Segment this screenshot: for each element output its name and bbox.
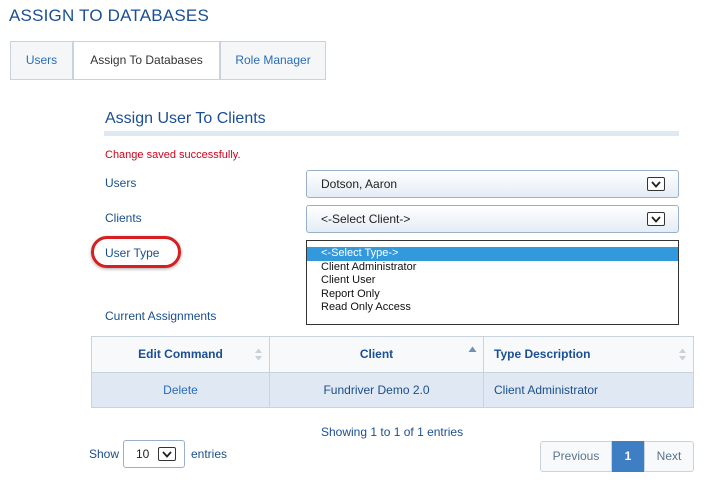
user-type-option[interactable]: Report Only [307, 288, 678, 302]
delete-link[interactable]: Delete [92, 373, 269, 407]
table-row: Delete Fundriver Demo 2.0 Client Adminis… [92, 373, 693, 407]
table-info: Showing 1 to 1 of 1 entries [321, 425, 464, 439]
show-label: Show [89, 447, 120, 461]
tab-divider [10, 79, 326, 80]
tab-role-manager[interactable]: Role Manager [220, 41, 326, 79]
chevron-down-icon [647, 212, 665, 226]
user-type-option[interactable]: <-Select Type-> [307, 247, 678, 261]
assignments-table: Edit Command Client Type Description Del… [91, 336, 694, 408]
chevron-down-icon [158, 447, 176, 461]
tab-users[interactable]: Users [10, 41, 73, 79]
users-label: Users [105, 176, 137, 190]
section-title: Assign User To Clients [105, 110, 266, 127]
table-header: Edit Command Client Type Description [92, 337, 693, 373]
column-header-type-description[interactable]: Type Description [483, 337, 693, 372]
column-header-edit-command[interactable]: Edit Command [92, 337, 269, 372]
user-type-option[interactable]: Client User [307, 274, 678, 288]
user-type-option[interactable]: Client Administrator [307, 261, 678, 275]
user-type-highlight-ring [91, 236, 181, 268]
page-length-value: 10 [136, 447, 150, 461]
column-header-client[interactable]: Client [269, 337, 483, 372]
page-1-button[interactable]: 1 [612, 441, 644, 472]
sort-both-icon [679, 348, 686, 361]
clients-select[interactable]: <-Select Client-> [306, 205, 679, 233]
entries-label: entries [191, 447, 228, 461]
section-divider [104, 131, 679, 136]
clients-select-value: <-Select Client-> [321, 212, 411, 226]
user-type-listbox[interactable]: <-Select Type-> Client Administrator Cli… [306, 240, 679, 325]
next-page-button[interactable]: Next [644, 441, 694, 472]
sort-both-icon [255, 348, 262, 361]
users-select[interactable]: Dotson, Aaron [306, 170, 679, 198]
row-type-description: Client Administrator [483, 373, 693, 407]
previous-page-button[interactable]: Previous [540, 441, 612, 472]
page-length-select[interactable]: 10 [123, 440, 185, 468]
current-assignments-label: Current Assignments [105, 309, 217, 323]
success-message: Change saved successfully. [105, 149, 241, 161]
row-client: Fundriver Demo 2.0 [269, 373, 483, 407]
chevron-down-icon [647, 177, 665, 191]
page-title: ASSIGN TO DATABASES [9, 6, 209, 25]
clients-label: Clients [105, 211, 142, 225]
user-type-option[interactable]: Read Only Access [307, 301, 678, 315]
users-select-value: Dotson, Aaron [321, 177, 398, 191]
tab-assign-to-databases[interactable]: Assign To Databases [73, 41, 220, 80]
sort-ascending-icon [468, 346, 477, 352]
